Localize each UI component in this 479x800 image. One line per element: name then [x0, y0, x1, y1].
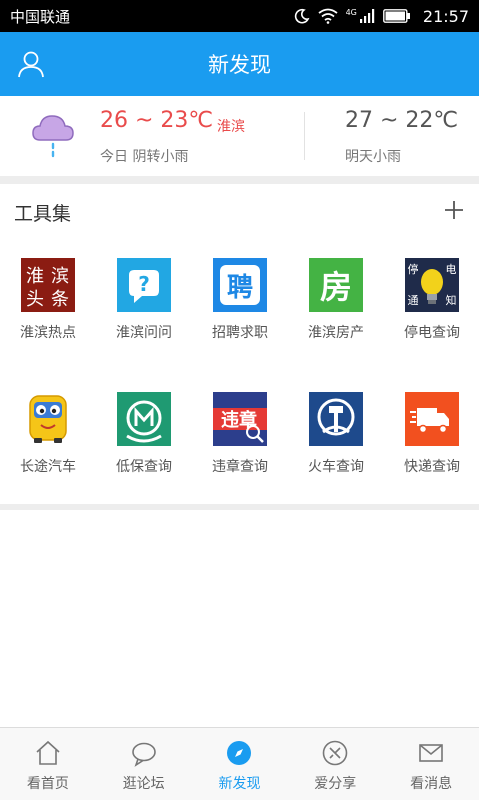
moon-icon: [294, 8, 310, 24]
svg-text:通: 通: [408, 294, 419, 307]
tool-express-query[interactable]: 快递查询: [384, 392, 479, 492]
tool-real-estate[interactable]: 房 淮滨房产: [288, 258, 384, 358]
network-type: 4G: [345, 7, 357, 17]
weather-card[interactable]: 26 ~ 23℃ 淮滨 今日 阴转小雨 27 ~ 22℃ 明天小雨: [0, 96, 479, 176]
section-separator: [0, 504, 479, 510]
svg-text:淮: 淮: [26, 266, 44, 287]
user-profile-icon[interactable]: [16, 49, 46, 79]
tool-label: 淮滨热点: [20, 325, 76, 341]
bus-icon: [29, 395, 67, 443]
signal-icon: [359, 9, 375, 23]
tool-recruit[interactable]: 聘 招聘求职: [192, 258, 288, 358]
svg-text:房: 房: [320, 268, 352, 306]
add-icon[interactable]: [440, 196, 468, 224]
battery-icon: [382, 9, 410, 23]
tool-label: 招聘求职: [212, 325, 268, 341]
status-icons: 4G 21:57: [294, 7, 469, 26]
section-separator: [0, 176, 479, 184]
nav-discover[interactable]: 新发现: [192, 728, 288, 800]
svg-text:头: 头: [26, 289, 44, 310]
svg-text:滨: 滨: [51, 266, 69, 287]
tool-label: 长途汽车: [20, 459, 76, 475]
tool-label: 淮滨问问: [116, 325, 172, 341]
svg-text:?: ?: [138, 272, 150, 296]
carrier-name: 中国联通: [10, 7, 71, 26]
today-weather-desc: 今日 阴转小雨: [100, 149, 189, 165]
nav-label: 看消息: [410, 776, 453, 792]
recruit-icon: 聘: [213, 258, 267, 312]
divider: [304, 112, 305, 160]
tomorrow-weather-desc: 明天小雨: [345, 149, 401, 165]
nav-label: 爱分享: [314, 776, 357, 792]
railway-icon: [309, 392, 363, 446]
tool-label: 违章查询: [212, 459, 268, 475]
tool-label: 快递查询: [404, 459, 460, 475]
tool-label: 淮滨房产: [308, 325, 364, 341]
envelope-icon: [419, 744, 443, 762]
svg-text:电: 电: [446, 263, 457, 276]
compass-icon: [227, 741, 252, 765]
svg-text:停: 停: [408, 262, 419, 276]
tool-huaibin-qa[interactable]: ? 淮滨问问: [96, 258, 192, 358]
tool-power-outage[interactable]: 停 电 通 知 停电查询: [384, 258, 479, 358]
tool-huaibin-hot[interactable]: 淮 滨 头 条 淮滨热点: [0, 258, 96, 358]
status-bar: 中国联通 4G 21:57: [0, 0, 479, 32]
tool-label: 火车查询: [308, 459, 364, 475]
bottom-nav: 看首页 逛论坛 新发现 爱分享 看消息: [0, 727, 479, 800]
share-icon: [322, 740, 348, 766]
tool-welfare-query[interactable]: 低保查询: [96, 392, 192, 492]
tool-label: 停电查询: [404, 325, 460, 341]
tools-section-header: 工具集: [0, 186, 479, 236]
question-icon: ?: [117, 258, 171, 312]
cloud-rain-icon: [32, 115, 74, 158]
home-icon: [36, 740, 60, 765]
clock: 21:57: [422, 6, 469, 26]
tool-train-query[interactable]: 火车查询: [288, 392, 384, 492]
wifi-icon: [318, 8, 338, 24]
svg-text:违章: 违章: [221, 409, 257, 431]
app-header: 新发现: [0, 32, 479, 96]
huaibin-news-icon: 淮 滨 头 条: [21, 258, 75, 312]
tool-label: 低保查询: [116, 459, 172, 475]
nav-label: 看首页: [26, 776, 69, 792]
svg-text:聘: 聘: [227, 273, 253, 303]
app-screen: 中国联通 4G 21:57 新发现 26 ~ 23℃ 淮滨 今日 阴转小雨 27…: [0, 0, 479, 800]
svg-text:条: 条: [51, 289, 69, 310]
city-name: 淮滨: [217, 119, 245, 135]
nav-share[interactable]: 爱分享: [287, 728, 383, 800]
nav-messages[interactable]: 看消息: [383, 728, 479, 800]
page-title: 新发现: [208, 53, 271, 77]
violation-icon: 违章: [213, 392, 267, 446]
house-icon: 房: [309, 258, 363, 312]
nav-home[interactable]: 看首页: [0, 728, 96, 800]
welfare-icon: [117, 392, 171, 446]
chat-bubble-icon: [131, 742, 156, 767]
svg-text:知: 知: [446, 293, 457, 307]
tomorrow-temperature: 27 ~ 22℃: [345, 108, 459, 133]
today-temperature: 26 ~ 23℃: [100, 108, 214, 133]
section-title: 工具集: [14, 203, 72, 225]
nav-label: 逛论坛: [122, 776, 165, 792]
nav-forum[interactable]: 逛论坛: [96, 728, 192, 800]
tool-violation-query[interactable]: 违章 违章查询: [192, 392, 288, 492]
delivery-truck-icon: [405, 392, 459, 446]
tool-long-distance-bus[interactable]: 长途汽车: [0, 392, 96, 492]
power-outage-icon: 停 电 通 知: [405, 258, 459, 312]
nav-label: 新发现: [218, 776, 261, 792]
